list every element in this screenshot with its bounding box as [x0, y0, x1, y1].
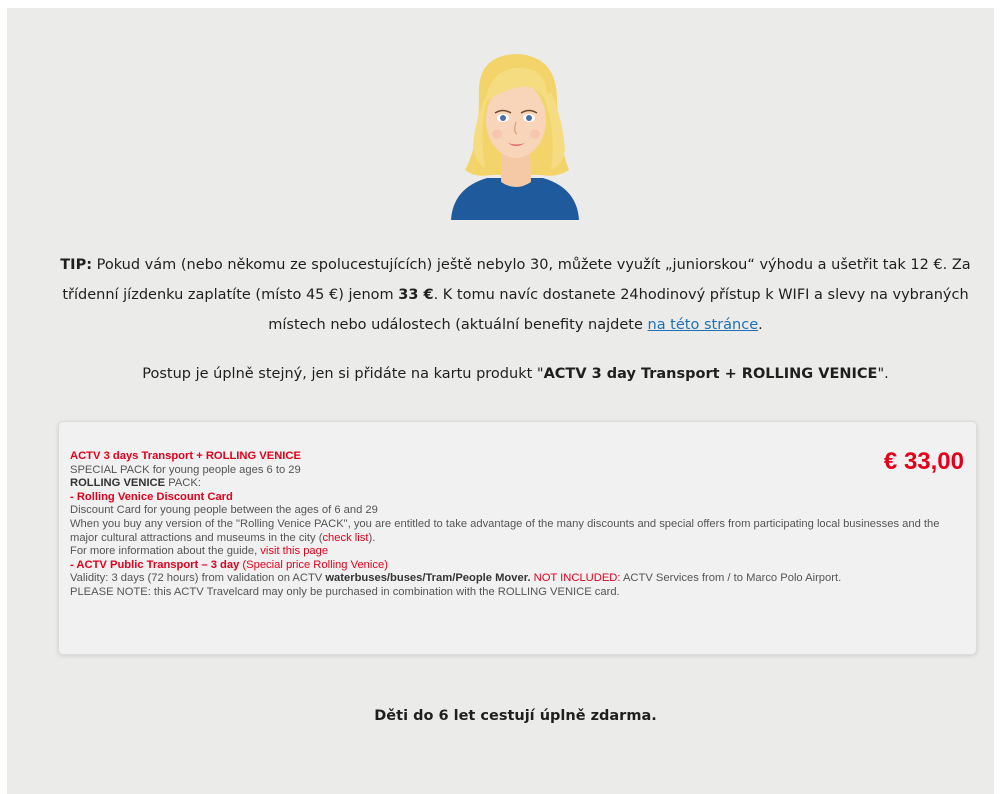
- procedure-paragraph: Postup je úplně stejný, jen si přidáte n…: [47, 360, 984, 388]
- check-list-link[interactable]: check list: [322, 532, 368, 544]
- tip-text-3: .: [758, 317, 763, 333]
- benefits-link[interactable]: na této stránce: [648, 317, 759, 333]
- kids-free-note: Děti do 6 let cestují úplně zdarma.: [374, 708, 657, 724]
- product-title: ACTV 3 days Transport + ROLLING VENICE: [70, 450, 301, 462]
- content-panel: TIP: Pokud vám (nebo někomu ze spolucest…: [7, 8, 994, 794]
- visit-page-link[interactable]: visit this page: [260, 545, 328, 557]
- procedure-text-1: Postup je úplně stejný, jen si přidáte n…: [142, 366, 544, 382]
- discount-card-desc: Discount Card for young people between t…: [70, 504, 378, 517]
- discount-card-heading: - Rolling Venice Discount Card: [70, 490, 233, 503]
- woman-avatar-icon: [451, 54, 579, 220]
- pack-heading: ROLLING VENICE PACK:: [70, 477, 201, 490]
- travelcard-note: PLEASE NOTE: this ACTV Travelcard may on…: [70, 585, 620, 598]
- procedure-text-2: ".: [877, 366, 889, 382]
- tip-price: 33 €: [398, 287, 434, 303]
- product-subtitle: SPECIAL PACK for young people ages 6 to …: [70, 463, 301, 476]
- tip-paragraph: TIP: Pokud vám (nebo někomu ze spolucest…: [47, 250, 984, 340]
- more-info-text: For more information about the guide, vi…: [70, 545, 329, 558]
- tip-label: TIP:: [60, 257, 92, 273]
- transport-heading: - ACTV Public Transport – 3 day (Special…: [70, 558, 388, 571]
- validity-text: Validity: 3 days (72 hours) from validat…: [70, 572, 842, 585]
- product-card: € 33,00 ACTV 3 days Transport + ROLLING …: [58, 421, 977, 655]
- procedure-product: ACTV 3 day Transport + ROLLING VENICE: [543, 366, 878, 382]
- product-description: ACTV 3 days Transport + ROLLING VENICE S…: [70, 450, 960, 600]
- discount-benefits-text: When you buy any version of the "Rolling…: [70, 517, 940, 544]
